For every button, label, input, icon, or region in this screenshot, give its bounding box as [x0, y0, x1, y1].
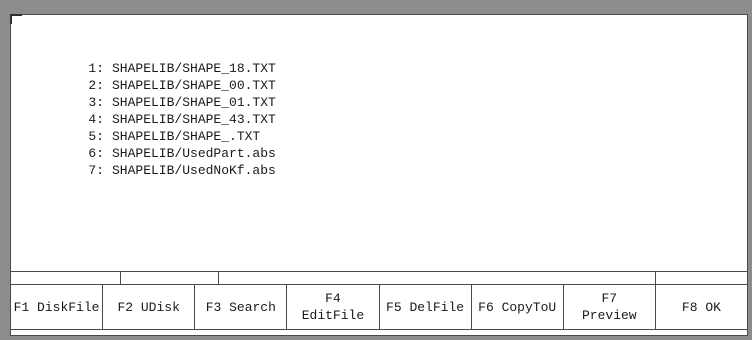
file-list-item[interactable]: 1: SHAPELIB/SHAPE_18.TXT	[60, 60, 276, 77]
file-list-item[interactable]: 3: SHAPELIB/SHAPE_01.TXT	[60, 94, 276, 111]
file-list-item[interactable]: 7: SHAPELIB/UsedNoKf.abs	[60, 162, 276, 179]
file-path: SHAPELIB/SHAPE_43.TXT	[112, 112, 276, 127]
f2-udisk-button[interactable]: F2 UDisk	[103, 284, 196, 330]
file-index: 2:	[88, 78, 104, 93]
panel-corner-mark	[10, 14, 22, 24]
file-list: 1: SHAPELIB/SHAPE_18.TXT 2: SHAPELIB/SHAPE…	[60, 60, 276, 179]
file-list-item[interactable]: 6: SHAPELIB/UsedPart.abs	[60, 145, 276, 162]
window-left-edge	[0, 0, 10, 340]
file-index: 6:	[88, 146, 104, 161]
function-key-bar: F1 DiskFile F2 UDisk F3 Search F4 EditFi…	[10, 284, 748, 330]
f8-ok-button[interactable]: F8 OK	[655, 284, 748, 330]
file-path: SHAPELIB/SHAPE_18.TXT	[112, 61, 276, 76]
f1-diskfile-button[interactable]: F1 DiskFile	[10, 284, 104, 330]
file-list-item[interactable]: 4: SHAPELIB/SHAPE_43.TXT	[60, 111, 276, 128]
file-list-item[interactable]: 2: SHAPELIB/SHAPE_00.TXT	[60, 77, 276, 94]
f5-delfile-button[interactable]: F5 DelFile	[379, 284, 472, 330]
f6-copytou-button[interactable]: F6 CopyToU	[471, 284, 564, 330]
file-path: SHAPELIB/SHAPE_.TXT	[112, 129, 261, 144]
file-path: SHAPELIB/UsedPart.abs	[112, 146, 276, 161]
file-index: 3:	[88, 95, 104, 110]
file-index: 7:	[88, 163, 104, 178]
window-right-edge	[748, 0, 752, 340]
list-divider	[10, 271, 748, 272]
file-path: SHAPELIB/SHAPE_00.TXT	[112, 78, 276, 93]
file-path: SHAPELIB/UsedNoKf.abs	[112, 163, 276, 178]
f7-preview-button[interactable]: F7 Preview	[563, 284, 656, 330]
file-index: 1:	[88, 61, 104, 76]
window-top-bar	[0, 0, 752, 14]
file-browser-screen: 1: SHAPELIB/SHAPE_18.TXT 2: SHAPELIB/SHAPE…	[0, 0, 752, 340]
file-list-item[interactable]: 5: SHAPELIB/SHAPE_.TXT	[60, 128, 276, 145]
file-path: SHAPELIB/SHAPE_01.TXT	[112, 95, 276, 110]
file-index: 4:	[88, 112, 104, 127]
window-bottom-bar	[10, 336, 752, 340]
file-index: 5:	[88, 129, 104, 144]
f3-search-button[interactable]: F3 Search	[195, 284, 288, 330]
f4-editfile-button[interactable]: F4 EditFile	[287, 284, 380, 330]
